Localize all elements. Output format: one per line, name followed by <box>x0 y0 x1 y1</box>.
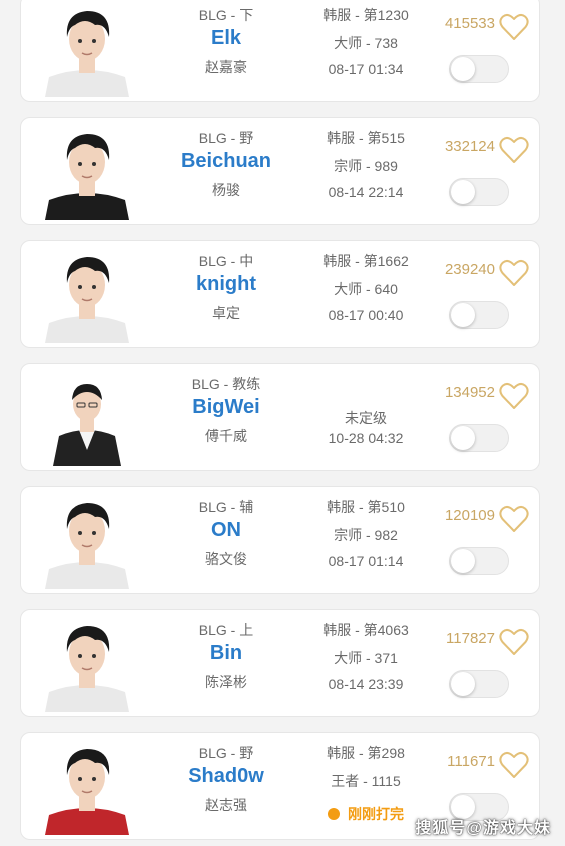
watermark: 搜狐号@游戏大妹 <box>415 820 551 837</box>
tier-points: 宗师 - 982 <box>334 527 398 543</box>
player-card: BLG - 教练 BigWei 傅千威 未定级 10-28 04:32 1349… <box>20 363 540 471</box>
rank-status: 未定级 <box>345 410 387 426</box>
player-avatar <box>39 370 135 466</box>
server-rank: 韩服 - 第510 <box>327 499 405 515</box>
rank-info: 韩服 - 第298 王者 - 1115 刚刚打完 <box>311 733 421 839</box>
toggle-knob <box>451 57 475 81</box>
tier-points: 王者 - 1115 <box>331 773 401 789</box>
team-role: BLG - 教练 <box>191 376 261 392</box>
player-name[interactable]: ON <box>151 519 301 542</box>
follow-toggle[interactable] <box>449 55 509 83</box>
update-time: 08-17 01:34 <box>328 61 404 77</box>
server-rank: 韩服 - 第298 <box>327 745 405 761</box>
follow-toggle[interactable] <box>449 178 509 206</box>
rank-info: 未定级 10-28 04:32 <box>311 364 421 470</box>
player-avatar <box>39 493 135 589</box>
update-time: 08-14 22:14 <box>328 184 404 200</box>
heart-icon[interactable] <box>499 136 529 164</box>
toggle-knob <box>451 180 475 204</box>
like-count: 117827 <box>446 630 495 647</box>
team-role: BLG - 辅 <box>198 499 254 515</box>
heart-icon[interactable] <box>499 13 529 41</box>
rank-info: 韩服 - 第515 宗师 - 989 08-14 22:14 <box>311 118 421 224</box>
real-name: 赵志强 <box>205 797 247 813</box>
player-list: BLG - 下 Elk 赵嘉豪 韩服 - 第1230 大师 - 738 08-1… <box>0 0 565 846</box>
rank-info: 韩服 - 第510 宗师 - 982 08-17 01:14 <box>311 487 421 593</box>
real-name: 骆文俊 <box>205 551 247 567</box>
player-avatar <box>39 247 135 343</box>
update-time: 08-17 00:40 <box>328 307 404 323</box>
player-card: BLG - 辅 ON 骆文俊 韩服 - 第510 宗师 - 982 08-17 … <box>20 486 540 594</box>
player-card: BLG - 下 Elk 赵嘉豪 韩服 - 第1230 大师 - 738 08-1… <box>20 0 540 102</box>
heart-icon[interactable] <box>499 259 529 287</box>
real-name: 卓定 <box>212 305 240 321</box>
team-role: BLG - 上 <box>198 622 254 638</box>
player-name[interactable]: BigWei <box>151 396 301 419</box>
server-rank: 韩服 - 第1230 <box>323 7 409 23</box>
team-role: BLG - 下 <box>198 7 254 23</box>
like-count: 120109 <box>444 507 495 524</box>
like-count: 239240 <box>444 261 495 278</box>
rank-info: 韩服 - 第1662 大师 - 640 08-17 00:40 <box>311 241 421 347</box>
follow-toggle[interactable] <box>449 424 509 452</box>
player-name[interactable]: knight <box>151 273 301 296</box>
rank-info: 韩服 - 第1230 大师 - 738 08-17 01:34 <box>311 0 421 101</box>
player-card: BLG - 中 knight 卓定 韩服 - 第1662 大师 - 640 08… <box>20 240 540 348</box>
real-name: 傅千威 <box>205 428 247 444</box>
update-time: 08-17 01:14 <box>328 553 404 569</box>
tier-points: 大师 - 738 <box>334 35 398 51</box>
update-time: 10-28 04:32 <box>328 430 404 446</box>
player-avatar <box>39 739 135 835</box>
live-label: 刚刚打完 <box>348 806 404 822</box>
team-role: BLG - 野 <box>198 130 254 146</box>
player-name[interactable]: Shad0w <box>151 765 301 788</box>
heart-icon[interactable] <box>499 628 529 656</box>
player-name[interactable]: Elk <box>151 27 301 50</box>
like-count: 332124 <box>444 138 495 155</box>
player-card: BLG - 上 Bin 陈泽彬 韩服 - 第4063 大师 - 371 08-1… <box>20 609 540 717</box>
like-count: 415533 <box>444 15 495 32</box>
heart-icon[interactable] <box>499 382 529 410</box>
like-count: 111671 <box>447 753 495 770</box>
server-rank: 韩服 - 第515 <box>327 130 405 146</box>
player-avatar <box>39 124 135 220</box>
tier-points: 大师 - 640 <box>334 281 398 297</box>
live-dot-icon <box>328 808 340 820</box>
toggle-knob <box>451 549 475 573</box>
follow-toggle[interactable] <box>449 301 509 329</box>
heart-icon[interactable] <box>499 751 529 779</box>
follow-toggle[interactable] <box>449 670 509 698</box>
team-role: BLG - 中 <box>198 253 254 269</box>
player-card: BLG - 野 Beichuan 杨骏 韩服 - 第515 宗师 - 989 0… <box>20 117 540 225</box>
tier-points: 大师 - 371 <box>334 650 398 666</box>
player-avatar <box>39 616 135 712</box>
live-status: 刚刚打完 <box>311 804 421 824</box>
server-rank: 韩服 - 第4063 <box>323 622 409 638</box>
real-name: 赵嘉豪 <box>205 59 247 75</box>
follow-toggle[interactable] <box>449 547 509 575</box>
toggle-knob <box>451 672 475 696</box>
tier-points: 宗师 - 989 <box>334 158 398 174</box>
rank-info: 韩服 - 第4063 大师 - 371 08-14 23:39 <box>311 610 421 716</box>
real-name: 杨骏 <box>212 182 240 198</box>
toggle-knob <box>451 426 475 450</box>
player-avatar <box>39 1 135 97</box>
player-name[interactable]: Beichuan <box>151 150 301 173</box>
heart-icon[interactable] <box>499 505 529 533</box>
toggle-knob <box>451 303 475 327</box>
like-count: 134952 <box>444 384 495 401</box>
team-role: BLG - 野 <box>198 745 254 761</box>
update-time: 08-14 23:39 <box>328 676 404 692</box>
server-rank: 韩服 - 第1662 <box>323 253 409 269</box>
real-name: 陈泽彬 <box>205 674 247 690</box>
player-name[interactable]: Bin <box>151 642 301 665</box>
